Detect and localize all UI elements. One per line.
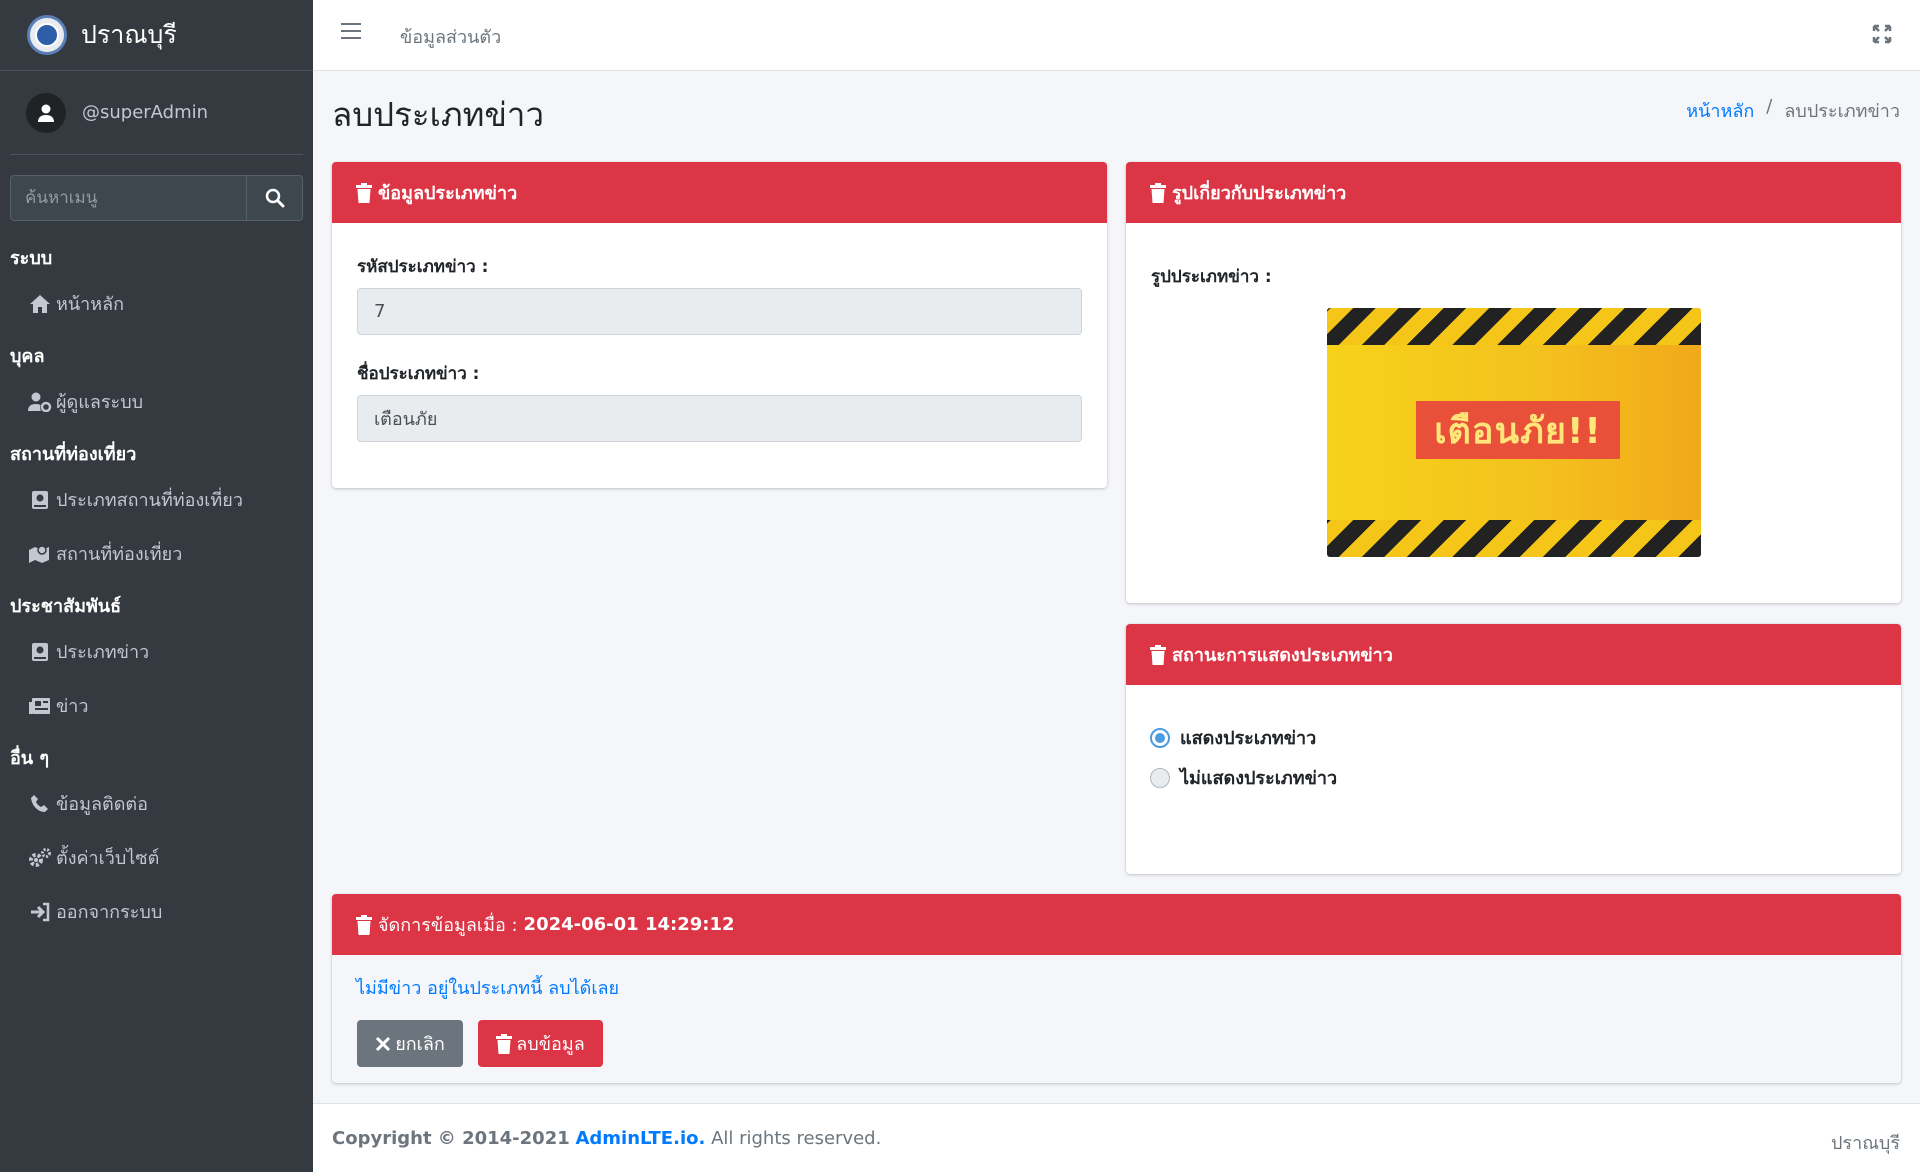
breadcrumb-home[interactable]: หน้าหลัก (1686, 96, 1754, 125)
sidebar-item-contact[interactable]: ข้อมูลติดต่อ (28, 789, 148, 818)
user-cog-icon (28, 391, 52, 413)
status-option-hide[interactable]: ไม่แสดงประเภทข่าว (1150, 763, 1337, 792)
sidebar-item-label: ออกจากระบบ (56, 902, 163, 923)
info-note: ไม่มีข่าว อยู่ในประเภทนี้ ลบได้เลย (356, 978, 620, 999)
status-option-show[interactable]: แสดงประเภทข่าว (1150, 723, 1316, 752)
user-icon (26, 92, 66, 133)
nav-header-other: อื่น ๆ (10, 748, 50, 769)
sidebar-item-place-type[interactable]: ประเภทสถานที่ท่องเที่ยว (28, 485, 243, 514)
card-timestamp: 2024-06-01 14:29:12 (523, 914, 735, 935)
image-label: รูปประเภทข่าว : (1151, 267, 1272, 287)
fullscreen-icon[interactable] (1872, 24, 1892, 44)
trash-icon (496, 1033, 513, 1054)
search-icon (265, 188, 284, 208)
card-header: สถานะการแสดงประเภทข่าว (1126, 624, 1901, 685)
brand-name: ปราณบุรี (81, 20, 177, 49)
sidebar-item-settings[interactable]: ตั้งค่าเว็บไซต์ (28, 843, 159, 872)
nav-header-pr: ประชาสัมพันธ์ (10, 596, 122, 617)
news-type-image: เตือนภัย!! (1327, 308, 1701, 557)
name-field[interactable]: เตือนภัย (357, 395, 1082, 442)
radio-checked[interactable] (1150, 727, 1170, 748)
sidebar-item-label: ประเภทสถานที่ท่องเที่ยว (56, 490, 243, 511)
card-header: จัดการข้อมูลเมื่อ : 2024-06-01 14:29:12 (332, 894, 1901, 955)
sidebar-item-label: ข่าว (56, 696, 89, 717)
sidebar-item-label: หน้าหลัก (56, 294, 125, 315)
footer-site-name: ปราณบุรี (1831, 1133, 1900, 1154)
rights-text: All rights reserved. (711, 1128, 882, 1149)
delete-label: ลบข้อมูล (516, 1034, 585, 1055)
home-icon (28, 293, 52, 315)
card-title: ข้อมูลประเภทข่าว (378, 183, 518, 204)
card-header: ข้อมูลประเภทข่าว (332, 162, 1107, 223)
sidebar-search (10, 175, 303, 221)
sidebar-item-label: สถานที่ท่องเที่ยว (56, 544, 183, 565)
nav-header-people: บุคล (10, 346, 45, 367)
trash-icon (1150, 644, 1166, 665)
copyright-text: Copyright © 2014-2021 (332, 1128, 570, 1149)
sidebar-item-label: ประเภทข่าว (56, 642, 150, 663)
user-panel[interactable]: @superAdmin (10, 71, 303, 155)
close-icon (376, 1036, 391, 1051)
delete-button[interactable]: ลบข้อมูล (478, 1020, 603, 1067)
sidebar-item-admin[interactable]: ผู้ดูแลระบบ (28, 387, 143, 416)
footer-copyright: Copyright © 2014-2021 AdminLTE.io. All r… (332, 1128, 881, 1149)
sidebar-item-label: ตั้งค่าเว็บไซต์ (56, 848, 160, 869)
brand-logo (27, 15, 67, 55)
card-title-prefix: จัดการข้อมูลเมื่อ : (378, 915, 518, 936)
code-label: รหัสประเภทข่าว : (357, 257, 489, 277)
trash-icon (356, 182, 372, 203)
user-name: @superAdmin (82, 102, 209, 123)
code-field[interactable]: 7 (357, 288, 1082, 335)
book-icon (28, 489, 52, 511)
sidebar: ปราณบุรี @superAdmin ระบบ หน้าหลัก บุคล … (0, 0, 313, 1172)
name-label: ชื่อประเภทข่าว : (357, 364, 480, 384)
brand-link[interactable]: ปราณบุรี (0, 0, 313, 71)
nav-header-tourism: สถานที่ท่องเที่ยว (10, 444, 137, 465)
sidebar-item-label: ผู้ดูแลระบบ (56, 392, 144, 413)
cogs-icon (28, 847, 52, 869)
page-title: ลบประเภทข่าว (332, 95, 544, 134)
cancel-label: ยกเลิก (395, 1034, 445, 1055)
image-text: เตือนภัย!! (1416, 401, 1620, 459)
breadcrumb-separator: / (1766, 96, 1773, 117)
sign-out-icon (28, 901, 52, 923)
newspaper-icon (28, 695, 52, 717)
trash-icon (1150, 182, 1166, 203)
breadcrumb-current: ลบประเภทข่าว (1784, 101, 1900, 122)
adminlte-link[interactable]: AdminLTE.io. (575, 1128, 705, 1149)
phone-icon (28, 793, 52, 815)
sidebar-item-news[interactable]: ข่าว (28, 691, 89, 720)
nav-header-system: ระบบ (10, 248, 53, 269)
hamburger-menu-icon[interactable] (341, 23, 361, 43)
radio-label: ไม่แสดงประเภทข่าว (1180, 768, 1338, 789)
trash-icon (356, 914, 372, 935)
card-title: สถานะการแสดงประเภทข่าว (1172, 645, 1393, 666)
card-header: รูปเกี่ยวกับประเภทข่าว (1126, 162, 1901, 223)
sidebar-item-news-type[interactable]: ประเภทข่าว (28, 637, 149, 666)
map-icon (28, 543, 52, 565)
breadcrumb: หน้าหลัก / ลบประเภทข่าว (1686, 96, 1900, 125)
sidebar-item-places[interactable]: สถานที่ท่องเที่ยว (28, 539, 182, 568)
footer: Copyright © 2014-2021 AdminLTE.io. All r… (313, 1103, 1920, 1172)
cancel-button[interactable]: ยกเลิก (357, 1020, 463, 1067)
sidebar-item-logout[interactable]: ออกจากระบบ (28, 897, 162, 926)
search-button[interactable] (246, 175, 303, 221)
radio-label: แสดงประเภทข่าว (1180, 728, 1317, 749)
card-title: รูปเกี่ยวกับประเภทข่าว (1172, 183, 1347, 204)
top-navbar: ข้อมูลส่วนตัว (313, 0, 1920, 71)
sidebar-item-label: ข้อมูลติดต่อ (56, 794, 148, 815)
sidebar-search-input[interactable] (10, 175, 246, 221)
book-icon (28, 641, 52, 663)
profile-link[interactable]: ข้อมูลส่วนตัว (400, 22, 501, 51)
radio-unchecked[interactable] (1150, 767, 1170, 788)
sidebar-item-home[interactable]: หน้าหลัก (28, 289, 124, 318)
